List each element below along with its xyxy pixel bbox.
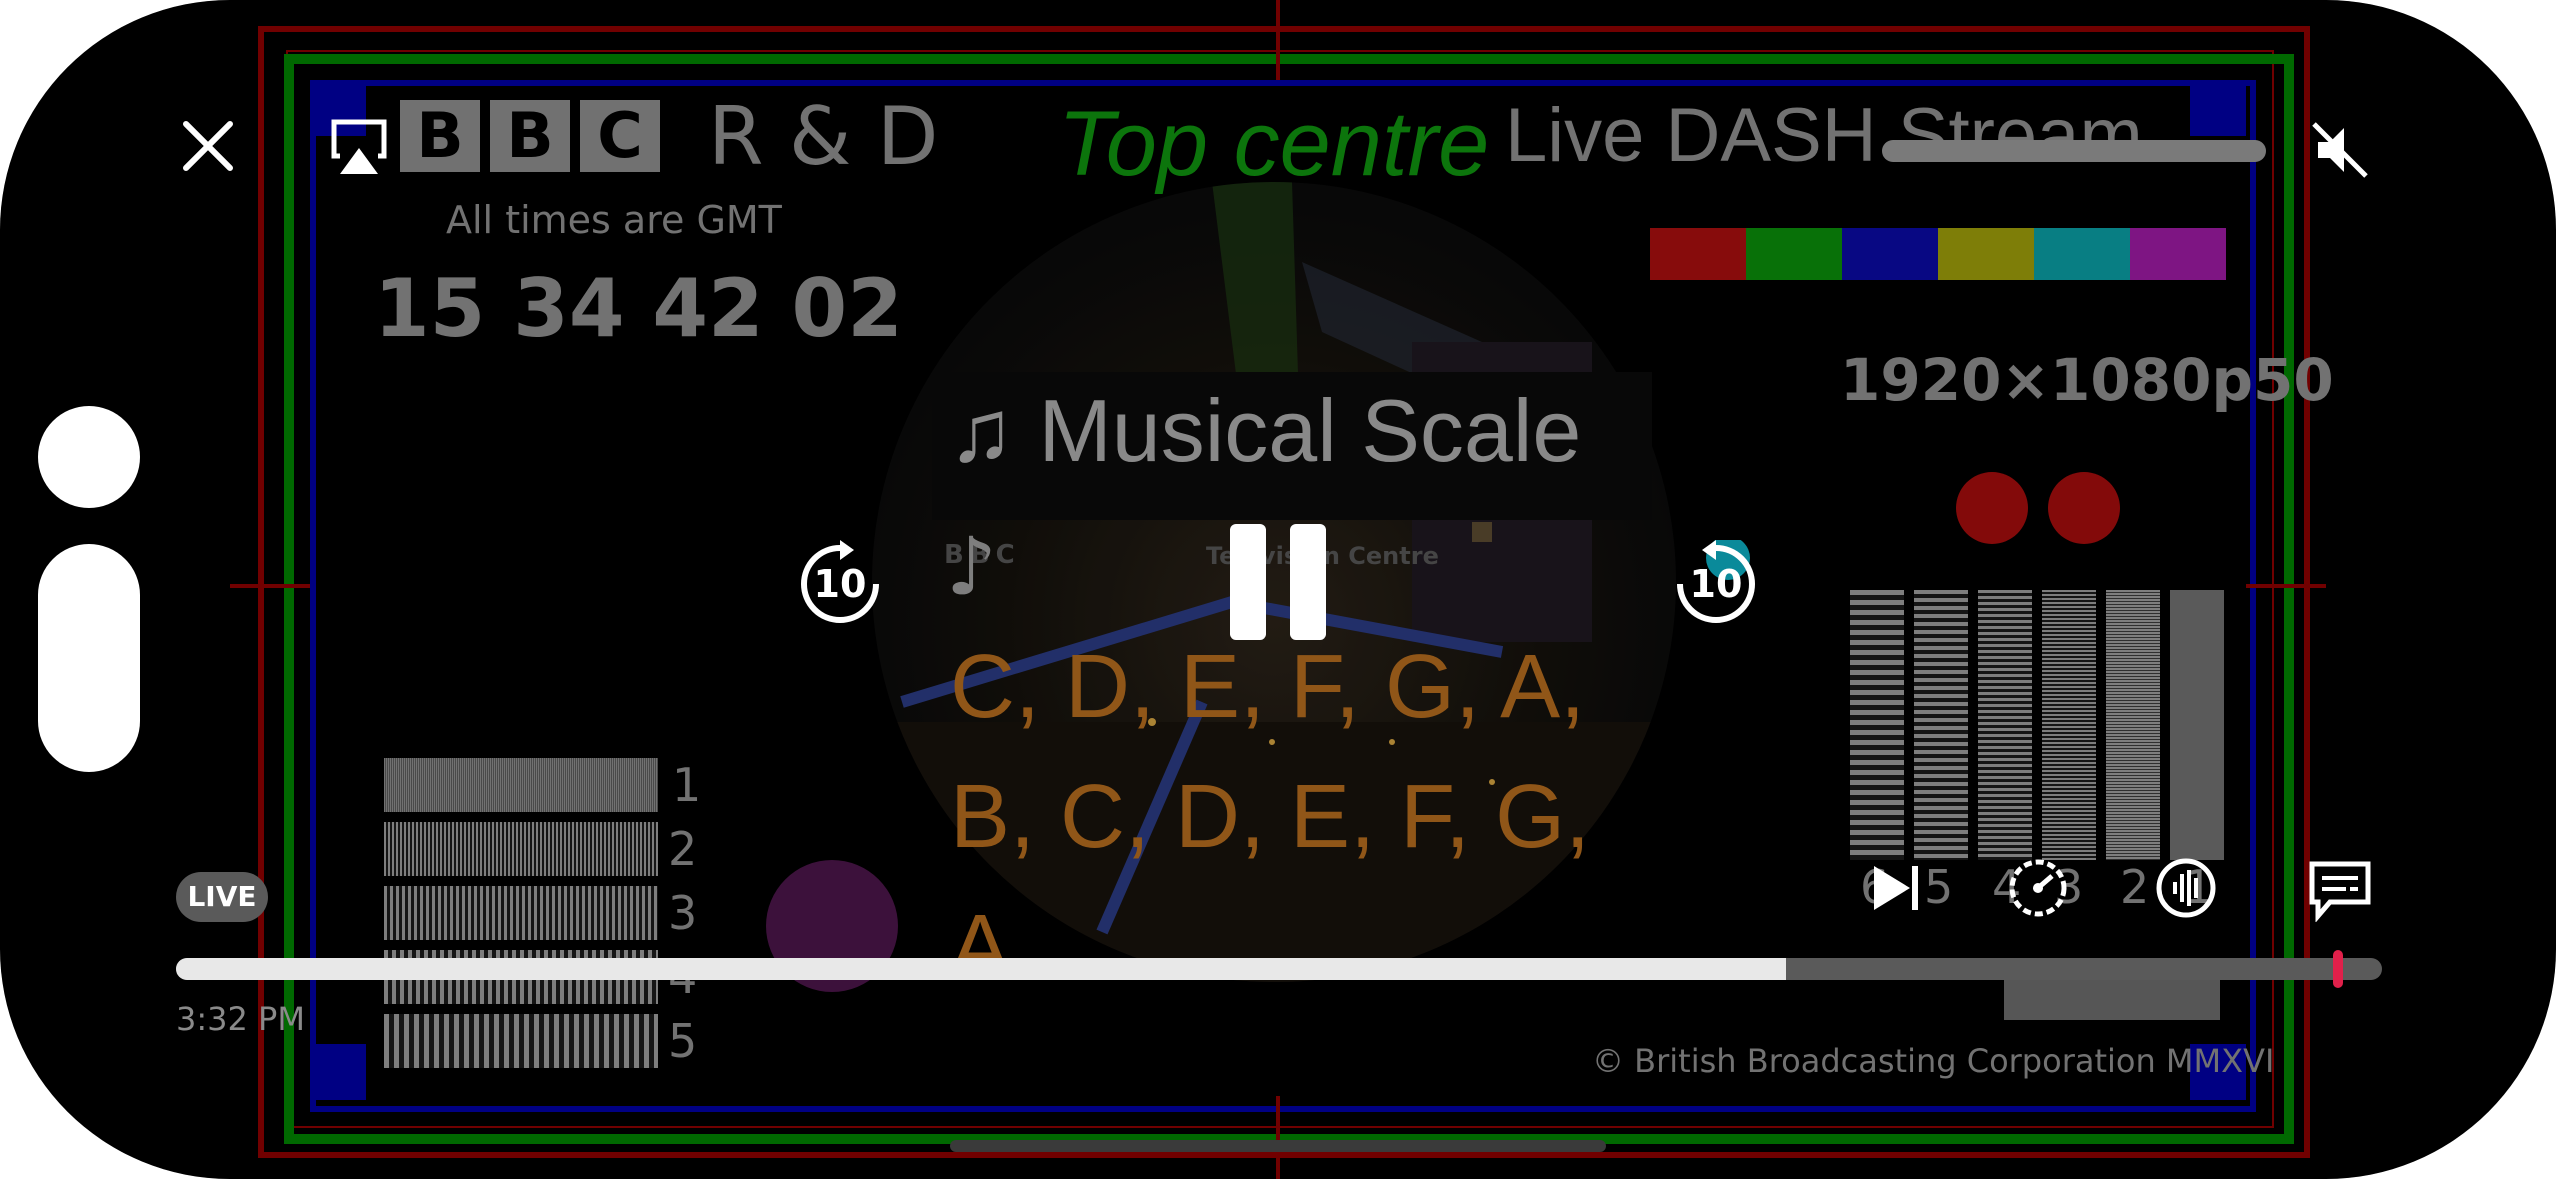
next-episode-button[interactable] <box>1866 860 1926 916</box>
island-pill <box>38 544 140 772</box>
playback-speed-button[interactable] <box>2008 858 2068 918</box>
audio-track-icon <box>2156 858 2216 918</box>
pause-button[interactable] <box>1226 524 1330 640</box>
subtitles-button[interactable] <box>2306 858 2374 923</box>
airplay-button[interactable] <box>328 116 390 176</box>
clock: 3:32 PM <box>176 1000 305 1038</box>
progress-fill <box>176 958 1787 980</box>
skip-forward-seconds: 10 <box>1689 562 1743 606</box>
live-badge: LIVE <box>176 872 268 922</box>
airplay-icon <box>331 119 387 174</box>
camera-dot <box>38 406 140 508</box>
next-episode-icon <box>1874 866 1918 910</box>
skip-back-button[interactable]: 10 <box>796 540 884 628</box>
volume-slider[interactable] <box>1882 140 2266 162</box>
progress-track[interactable] <box>176 958 2382 980</box>
skip-forward-button[interactable]: 10 <box>1672 536 1760 628</box>
playback-speed-icon <box>2009 859 2067 917</box>
close-button[interactable] <box>180 118 236 174</box>
mute-button[interactable] <box>2310 120 2370 180</box>
audio-track-button[interactable] <box>2156 858 2216 918</box>
skip-back-seconds: 10 <box>813 562 867 606</box>
speaker-muted-icon <box>2312 122 2368 178</box>
device-frame: B B C R & D All times are GMT 15 34 42 0… <box>0 0 2556 1179</box>
home-indicator[interactable] <box>950 1140 1606 1152</box>
playhead[interactable] <box>2332 950 2343 988</box>
subtitles-icon <box>2309 861 2371 923</box>
close-icon <box>183 121 233 171</box>
